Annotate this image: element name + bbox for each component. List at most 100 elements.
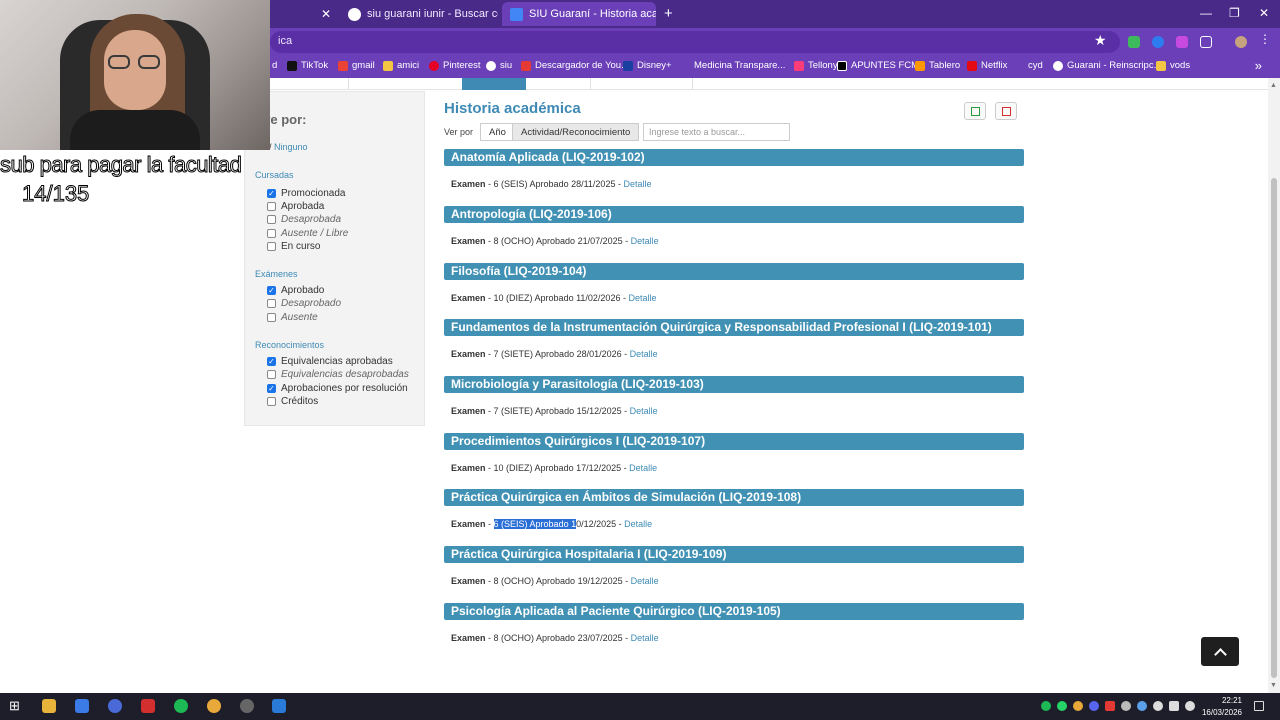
- chrome-icon[interactable]: [207, 699, 221, 713]
- close-icon[interactable]: ✕: [321, 2, 337, 26]
- mic-tray-icon[interactable]: [1153, 701, 1163, 711]
- filter-examen-aprobado[interactable]: ✓ Aprobado: [267, 285, 324, 296]
- extension-icon[interactable]: [1152, 36, 1164, 48]
- course-title[interactable]: Antropología (LIQ-2019-106): [444, 206, 1024, 223]
- detalle-link[interactable]: Detalle: [624, 519, 652, 529]
- tab-google-search[interactable]: siu guarani iunir - Buscar con G ✕: [340, 2, 498, 26]
- windows-start-icon[interactable]: ⊞: [9, 698, 23, 713]
- back-to-top-button[interactable]: [1201, 637, 1239, 666]
- shield-extension-icon[interactable]: [1128, 36, 1140, 48]
- course-title[interactable]: Práctica Quirúrgica Hospitalaria I (LIQ-…: [444, 546, 1024, 563]
- filter-examen-desaprobado[interactable]: Desaprobado: [267, 298, 341, 309]
- top-nav-active-tab[interactable]: [462, 78, 526, 90]
- bookmark-star-icon[interactable]: ★: [1094, 32, 1107, 49]
- bookmark-descargador[interactable]: Descargador de You...: [521, 60, 629, 71]
- menu-kebab-icon[interactable]: ⋮: [1259, 32, 1271, 46]
- course-title[interactable]: Filosofía (LIQ-2019-104): [444, 263, 1024, 280]
- view-by-activity-button[interactable]: Actividad/Reconocimiento: [512, 123, 640, 141]
- store-icon[interactable]: [75, 699, 89, 713]
- more-bookmarks-icon[interactable]: »: [1255, 58, 1262, 73]
- filter-aprobaciones-resolucion[interactable]: ✓ Aprobaciones por resolución: [267, 383, 408, 394]
- chrome-profile-icon[interactable]: [108, 699, 122, 713]
- course-title[interactable]: Microbiología y Parasitología (LIQ-2019-…: [444, 376, 1024, 393]
- bookmark-netflix[interactable]: Netflix: [967, 60, 1007, 71]
- course-title[interactable]: Procedimientos Quirúrgicos I (LIQ-2019-1…: [444, 433, 1024, 450]
- course-title[interactable]: Anatomía Aplicada (LIQ-2019-102): [444, 149, 1024, 166]
- app-tray-icon[interactable]: [1105, 701, 1115, 711]
- filter-equivalencias-desaprobadas[interactable]: Equivalencias desaprobadas: [267, 369, 409, 380]
- tab-siu-guarani[interactable]: SIU Guaraní - Historia académ ✕: [502, 2, 656, 26]
- bookmark-vods[interactable]: vods: [1156, 60, 1190, 71]
- bookmark-gmail[interactable]: gmail: [338, 60, 375, 71]
- page-scrollbar[interactable]: ▲ ▼: [1268, 78, 1280, 693]
- bookmark-amici[interactable]: amici: [383, 60, 419, 71]
- bookmark-guarani[interactable]: Guarani - Reinscripc...: [1053, 60, 1162, 71]
- chrome-tray-icon[interactable]: [1073, 701, 1083, 711]
- detalle-link[interactable]: Detalle: [631, 236, 659, 246]
- google-icon: [348, 7, 361, 21]
- ninguno-link[interactable]: Ninguno: [274, 142, 308, 152]
- detalle-link[interactable]: Detalle: [629, 463, 657, 473]
- bookmark-disney[interactable]: Disney+: [623, 60, 672, 71]
- filter-creditos[interactable]: Créditos: [267, 396, 318, 407]
- bookmark-tablero[interactable]: Tablero: [915, 60, 960, 71]
- globe-icon: [486, 60, 496, 71]
- discord-tray-icon[interactable]: [1089, 701, 1099, 711]
- bookmark-apuntes[interactable]: APUNTES FCM: [837, 60, 919, 71]
- export-excel-button[interactable]: [964, 102, 986, 120]
- steam-tray-icon[interactable]: [1137, 701, 1147, 711]
- extension-icon[interactable]: [1176, 36, 1188, 48]
- detalle-link[interactable]: Detalle: [628, 293, 656, 303]
- whatsapp-tray-icon[interactable]: [1057, 701, 1067, 711]
- filter-ausente-libre[interactable]: Ausente / Libre: [267, 228, 348, 239]
- taskbar-clock[interactable]: 22:21 16/03/2026: [1198, 695, 1242, 719]
- bookmark-item[interactable]: d: [272, 60, 277, 71]
- network-icon[interactable]: [1169, 701, 1179, 711]
- spotify-tray-icon[interactable]: [1041, 701, 1051, 711]
- view-by-year-button[interactable]: Año: [480, 123, 515, 141]
- filter-examen-ausente[interactable]: Ausente: [267, 312, 318, 323]
- puzzle-extensions-icon[interactable]: [1200, 36, 1212, 48]
- restore-icon[interactable]: ❐: [1229, 6, 1240, 20]
- url-input[interactable]: ica: [270, 31, 1120, 53]
- app-icon[interactable]: [141, 699, 155, 713]
- steam-icon[interactable]: [272, 699, 286, 713]
- course-title[interactable]: Práctica Quirúrgica en Ámbitos de Simula…: [444, 489, 1024, 506]
- detalle-link[interactable]: Detalle: [630, 349, 658, 359]
- detalle-link[interactable]: Detalle: [630, 406, 658, 416]
- new-tab-icon[interactable]: +: [664, 5, 673, 22]
- profile-avatar[interactable]: [1235, 36, 1247, 48]
- webcam-overlay: [0, 0, 270, 150]
- course-item: Antropología (LIQ-2019-106) Examen - 8 (…: [444, 206, 1024, 246]
- filter-en-curso[interactable]: En curso: [267, 241, 320, 252]
- bookmark-pinterest[interactable]: Pinterest: [429, 60, 481, 71]
- bookmark-medicina[interactable]: Medicina Transpare...: [694, 60, 785, 71]
- scrollbar-thumb[interactable]: [1271, 178, 1277, 678]
- bookmark-cyd[interactable]: cyd: [1028, 60, 1043, 71]
- filter-desaprobada[interactable]: Desaprobada: [267, 214, 341, 225]
- detalle-link[interactable]: Detalle: [631, 576, 659, 586]
- detalle-link[interactable]: Detalle: [631, 633, 659, 643]
- volume-icon[interactable]: [1185, 701, 1195, 711]
- app-tray-icon[interactable]: [1121, 701, 1131, 711]
- minimize-icon[interactable]: —: [1200, 6, 1212, 20]
- detalle-link[interactable]: Detalle: [623, 179, 651, 189]
- obs-icon[interactable]: [240, 699, 254, 713]
- checkbox-icon: [267, 215, 276, 224]
- stream-counter: 14/135: [21, 181, 90, 207]
- course-title[interactable]: Psicología Aplicada al Paciente Quirúrgi…: [444, 603, 1024, 620]
- search-input[interactable]: Ingrese texto a buscar...: [643, 123, 790, 141]
- netflix-icon: [967, 60, 977, 71]
- bookmark-tiktok[interactable]: TikTok: [287, 60, 328, 71]
- export-pdf-button[interactable]: [995, 102, 1017, 120]
- folder-icon: [383, 60, 393, 71]
- file-explorer-icon[interactable]: [42, 699, 56, 713]
- notification-icon[interactable]: [1254, 701, 1264, 711]
- filter-aprobada[interactable]: Aprobada: [267, 201, 324, 212]
- course-title[interactable]: Fundamentos de la Instrumentación Quirúr…: [444, 319, 1024, 336]
- bookmark-siu[interactable]: siu: [486, 60, 512, 71]
- filter-promocionada[interactable]: ✓ Promocionada: [267, 188, 345, 199]
- spotify-icon[interactable]: [174, 699, 188, 713]
- filter-equivalencias-aprobadas[interactable]: ✓ Equivalencias aprobadas: [267, 356, 393, 367]
- close-window-icon[interactable]: ✕: [1259, 6, 1269, 20]
